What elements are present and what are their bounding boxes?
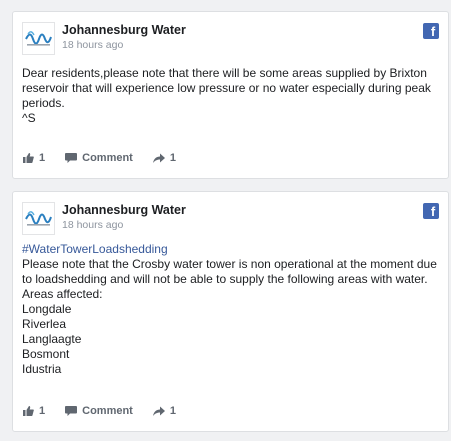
post-text: #WaterTowerLoadshedding Please note that… (22, 242, 440, 377)
hashtag-link[interactable]: #WaterTowerLoadshedding (22, 242, 440, 257)
share-count: 1 (169, 152, 176, 164)
post-line: Langlaagte (22, 332, 82, 346)
post-line: Please note that the Crosby water tower … (22, 257, 437, 286)
facebook-post: Johannesburg Water 18 hours ago f #Water… (12, 191, 449, 432)
share-arrow-icon (152, 153, 165, 163)
post-timestamp[interactable]: 18 hours ago (62, 219, 123, 231)
comment-button[interactable]: Comment (65, 405, 133, 417)
post-line: Idustria (22, 362, 62, 376)
share-count: 1 (169, 405, 176, 417)
facebook-post: Johannesburg Water 18 hours ago f Dear r… (12, 11, 449, 179)
avatar[interactable] (22, 202, 55, 235)
share-arrow-icon (152, 406, 165, 416)
like-button[interactable]: 1 (23, 152, 45, 164)
post-line: Areas affected: (22, 287, 103, 301)
author-name[interactable]: Johannesburg Water (62, 23, 186, 37)
author-name[interactable]: Johannesburg Water (62, 203, 186, 217)
avatar[interactable] (22, 22, 55, 55)
comment-bubble-icon (65, 153, 78, 163)
comment-label: Comment (82, 152, 133, 164)
post-actions: 1 Comment 1 (23, 403, 196, 419)
johannesburg-water-logo-icon (25, 30, 52, 46)
post-timestamp[interactable]: 18 hours ago (62, 39, 123, 51)
facebook-icon[interactable]: f (423, 23, 439, 39)
share-button[interactable]: 1 (152, 152, 176, 164)
like-count: 1 (39, 405, 46, 417)
like-count: 1 (39, 152, 46, 164)
share-button[interactable]: 1 (152, 405, 176, 417)
post-actions: 1 Comment 1 (23, 150, 196, 166)
post-line: ^S (22, 111, 36, 125)
post-line: Longdale (22, 302, 72, 316)
post-line: Dear residents,please note that there wi… (22, 66, 431, 110)
facebook-icon[interactable]: f (423, 203, 439, 219)
comment-label: Comment (82, 405, 133, 417)
thumbs-up-icon (23, 406, 34, 416)
comment-button[interactable]: Comment (65, 152, 133, 164)
like-button[interactable]: 1 (23, 405, 45, 417)
comment-bubble-icon (65, 406, 78, 416)
thumbs-up-icon (23, 153, 34, 163)
johannesburg-water-logo-icon (25, 210, 52, 226)
post-line: Riverlea (22, 317, 67, 331)
post-line: Bosmont (22, 347, 70, 361)
post-text: Dear residents,please note that there wi… (22, 66, 440, 126)
